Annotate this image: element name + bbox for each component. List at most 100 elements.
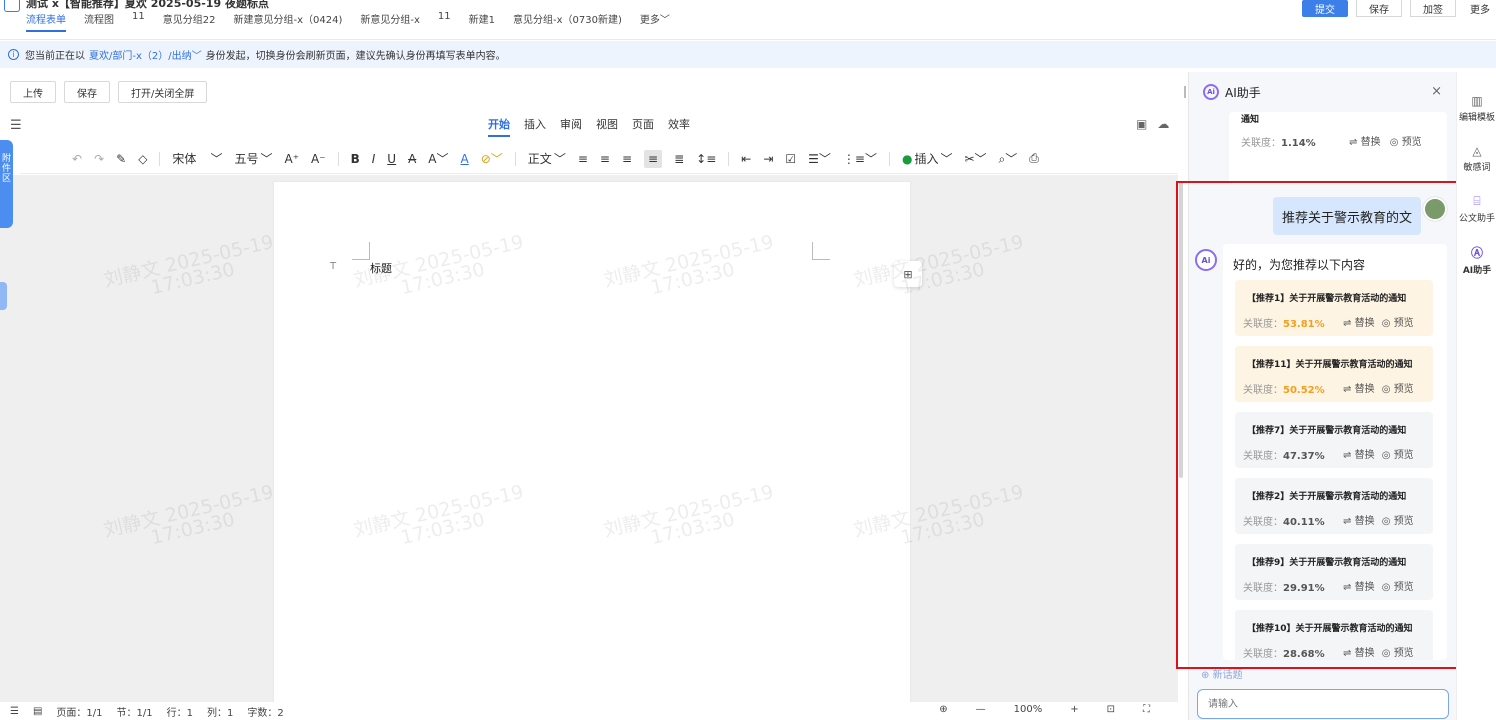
chevron-down-icon: ﹀ [659,15,670,26]
insert-button[interactable]: ● 插入 ﹀ [902,150,953,167]
redo-icon[interactable]: ↷ [94,152,104,166]
upload-button[interactable]: 上传 [10,81,56,103]
replace-button[interactable]: ⇌ 替换 [1343,384,1375,395]
recommendation-card[interactable]: 【推荐7】关于开展警示教育活动的通知 关联度：47.37% ⇌ 替换 ◎ 预览 [1235,412,1433,468]
ribbon-tab-page[interactable]: 页面 [632,116,654,137]
bold-icon[interactable]: B [351,152,360,166]
italic-icon[interactable]: I [372,152,376,166]
recommendation-card[interactable]: 【推荐11】关于开展警示教育活动的通知 关联度：50.52% ⇌ 替换 ◎ 预览 [1235,346,1433,402]
search-icon[interactable]: ⌕﹀ [999,150,1018,167]
tab-new-opinion-group[interactable]: 新意见分组-x [360,11,420,32]
shrink-font-icon[interactable]: A⁻ [311,152,326,166]
zoom-in-icon[interactable]: + [1070,704,1078,715]
globe-icon[interactable]: ⊕ [939,704,947,715]
preview-button[interactable]: ◎ 预览 [1382,318,1414,329]
text-effect-icon[interactable]: A﹀ [428,150,448,167]
ai-chat-input[interactable] [1197,689,1449,719]
align-left-icon[interactable]: ≡ [578,152,588,166]
replace-button[interactable]: ⇌ 替换 [1343,648,1375,659]
paragraph-style-select[interactable]: 正文 ﹀ [528,150,566,167]
replace-button[interactable]: ⇌ 替换 [1343,516,1375,527]
tools-icon[interactable]: ✂﹀ [964,150,986,167]
recommendation-card[interactable]: 【推荐2】关于开展警示教育活动的通知 关联度：40.11% ⇌ 替换 ◎ 预览 [1235,478,1433,534]
undo-icon[interactable]: ↶ [72,152,82,166]
close-icon[interactable]: × [1431,84,1442,99]
page-layout-icon[interactable]: ▤ [33,706,42,717]
indent-icon[interactable]: ⇥ [763,152,773,166]
justify-icon[interactable]: ≡ [644,149,663,168]
checkbox-icon[interactable]: ☑ [785,152,796,166]
tab-new-opinion-group-0424[interactable]: 新建意见分组-x（0424) [233,11,342,32]
recommendation-card[interactable]: 【推荐1】关于开展警示教育活动的通知 关联度：53.81% ⇌ 替换 ◎ 预览 [1235,280,1433,336]
image-icon[interactable]: ▣ [1136,117,1147,131]
replace-button[interactable]: ⇌ 替换 [1343,450,1375,461]
replace-button[interactable]: ⇌ 替换 [1343,582,1375,593]
rail-doc-assistant[interactable]: ⌸ 公文助手 [1457,194,1496,224]
underline-icon[interactable]: U [387,152,396,166]
distribute-icon[interactable]: ≣ [674,152,684,166]
ribbon-tab-insert[interactable]: 插入 [524,116,546,137]
align-center-icon[interactable]: ≡ [600,152,610,166]
comment-icon[interactable]: ⊞ [894,261,922,287]
tab-more[interactable]: 更多﹀ [640,11,670,32]
page-title[interactable]: 标题 [370,260,392,276]
preview-button[interactable]: ◎ 预览 [1390,137,1422,148]
submit-button[interactable]: 提交 [1302,0,1348,17]
preview-button[interactable]: ◎ 预览 [1382,450,1414,461]
attachment-tab[interactable]: 附件区 [0,140,13,228]
tab-opinion-group-0730[interactable]: 意见分组-x（0730新建) [513,11,622,32]
rail-edit-template[interactable]: ▥ 编辑模板 [1457,94,1496,123]
more-button[interactable]: 更多 [1464,1,1496,16]
fullscreen-icon[interactable]: ⛶ [1143,704,1150,715]
cloud-sync-icon[interactable]: ☁ [1157,117,1169,131]
recommendation-card[interactable]: 【推荐9】关于开展警示教育活动的通知 关联度：29.91% ⇌ 替换 ◎ 预览 [1235,544,1433,600]
replace-button[interactable]: ⇌ 替换 [1349,137,1381,148]
ribbon-tab-view[interactable]: 视图 [596,116,618,137]
strikethrough-icon[interactable]: A [408,152,416,166]
save-doc-button[interactable]: 保存 [64,81,110,103]
preview-button[interactable]: ◎ 预览 [1382,384,1414,395]
print-icon[interactable]: ⎙ [1029,151,1039,166]
tab-opinion-group-22[interactable]: 意见分组22 [163,11,216,32]
line-spacing-icon[interactable]: ↕≡ [696,152,716,166]
menu-icon[interactable]: ☰ [10,118,22,133]
preview-button[interactable]: ◎ 预览 [1382,648,1414,659]
bullet-list-icon[interactable]: ☰﹀ [808,150,831,167]
format-painter-icon[interactable]: ✎ [116,152,126,166]
zoom-out-icon[interactable]: — [976,704,986,715]
rail-ai-assistant[interactable]: Ⓐ AI助手 [1457,244,1496,276]
save-top-button[interactable]: 保存 [1356,0,1402,17]
ribbon-tab-home[interactable]: 开始 [488,116,510,137]
replace-button[interactable]: ⇌ 替换 [1343,318,1375,329]
panel-resize-handle[interactable] [1184,86,1186,98]
countersign-button[interactable]: 加签 [1410,0,1456,17]
outline-icon[interactable]: ☰ [10,706,19,717]
tab-11-b[interactable]: 11 [438,11,451,32]
eraser-icon[interactable]: ◇ [138,152,147,166]
rail-sensitive-words[interactable]: ◬ 敏感词 [1457,144,1496,173]
preview-button[interactable]: ◎ 预览 [1382,516,1414,527]
tab-flow-form[interactable]: 流程表单 [26,11,66,32]
ribbon-tab-efficiency[interactable]: 效率 [668,116,690,137]
swap-icon: ⇌ [1343,582,1352,593]
highlight-color-icon[interactable]: ⊘﹀ [481,150,503,167]
fullscreen-toggle-button[interactable]: 打开/关闭全屏 [118,81,208,103]
preview-button[interactable]: ◎ 预览 [1382,582,1414,593]
new-topic-button[interactable]: ⊕ 新话题 [1201,666,1243,681]
grow-font-icon[interactable]: A⁺ [284,152,299,166]
tab-new-1[interactable]: 新建1 [469,11,495,32]
ribbon-tab-review[interactable]: 审阅 [560,116,582,137]
outdent-icon[interactable]: ⇤ [741,152,751,166]
tab-11[interactable]: 11 [132,11,145,32]
canvas-scrollbar[interactable] [1179,182,1183,478]
fit-page-icon[interactable]: ⊡ [1107,704,1115,715]
font-size-select[interactable]: 五号 ﹀ [234,150,272,167]
recommendation-card[interactable]: 【推荐10】关于开展警示教育活动的通知 关联度：28.68% ⇌ 替换 ◎ 预览 [1235,610,1433,660]
tab-flow-chart[interactable]: 流程图 [84,11,114,32]
numbered-list-icon[interactable]: ⋮≡﹀ [843,150,877,167]
identity-switch[interactable]: 夏欢/部门-x（2）/出纳﹀ [89,47,202,62]
font-family-select[interactable]: 宋体 ﹀ [172,150,222,167]
font-color-icon[interactable]: A [461,152,469,166]
side-expand-handle[interactable] [0,282,7,310]
align-right-icon[interactable]: ≡ [622,152,632,166]
